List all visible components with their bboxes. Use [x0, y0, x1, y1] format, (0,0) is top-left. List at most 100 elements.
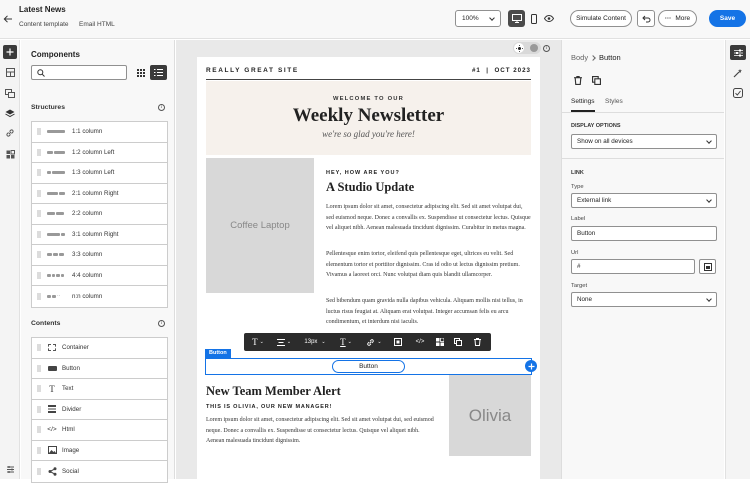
link-title: LINK — [571, 170, 584, 176]
layout-icon[interactable] — [4, 66, 16, 78]
content-image[interactable]: Image — [32, 441, 167, 461]
save-button[interactable]: Save — [709, 10, 746, 27]
zoom-select[interactable]: 100% — [455, 10, 501, 27]
list-view-button[interactable] — [150, 65, 167, 80]
left-rail — [0, 40, 20, 479]
layers-icon[interactable] — [4, 107, 16, 119]
tab-styles[interactable]: Styles — [605, 98, 623, 105]
hero-welcome: WELCOME TO OUR — [332, 96, 405, 102]
structures-list: 1:1 column 1:2 column Left 1:3 column Le… — [31, 121, 168, 308]
structure-3-3[interactable]: 3:3 column — [32, 245, 167, 266]
undo-icon — [641, 15, 650, 22]
back-arrow-icon[interactable] — [3, 14, 13, 24]
label-label: Label — [571, 216, 586, 222]
display-options-select[interactable]: Show on all devices — [571, 134, 717, 149]
structure-1-1[interactable]: 1:1 column — [32, 122, 167, 143]
structure-1-3-left[interactable]: 1:3 column Left — [32, 163, 167, 184]
list-icon — [154, 69, 163, 76]
theme-toggle[interactable] — [513, 42, 541, 54]
content-container[interactable]: Container — [32, 338, 167, 359]
simulate-content-button[interactable]: Simulate Content — [570, 10, 632, 27]
breadcrumb-email-html[interactable]: Email HTML — [79, 21, 115, 28]
structure-2-2[interactable]: 2:2 column — [32, 204, 167, 225]
duplicate-button[interactable] — [452, 333, 464, 351]
image-placeholder-label: Olivia — [468, 405, 512, 425]
desktop-view-button[interactable] — [508, 10, 525, 27]
info-icon[interactable]: i — [158, 104, 165, 111]
code-icon: </> — [415, 339, 425, 345]
tab-settings[interactable]: Settings — [571, 98, 595, 105]
label-input-value: Button — [577, 230, 596, 237]
structure-2-1-right[interactable]: 2:1 column Right — [32, 184, 167, 204]
add-block-button[interactable] — [525, 360, 537, 372]
link-dropdown[interactable]: ⌄ — [363, 333, 385, 351]
fragments-icon[interactable] — [4, 148, 16, 160]
url-input[interactable]: # — [571, 259, 695, 274]
align-dropdown[interactable]: ⌄ — [274, 333, 294, 351]
drag-handle-icon — [37, 210, 41, 218]
font-size-value: 13px — [304, 339, 318, 345]
properties-button[interactable] — [730, 45, 746, 60]
info-icon[interactable]: i — [158, 320, 165, 327]
assets-icon[interactable] — [4, 87, 16, 99]
content-button[interactable]: Button — [32, 359, 167, 379]
validation-icon[interactable] — [733, 88, 743, 98]
display-options-title: DISPLAY OPTIONS — [571, 123, 621, 129]
settings-panel-icon[interactable] — [4, 463, 16, 475]
source-code-button[interactable]: </> — [413, 333, 427, 351]
content-html[interactable]: </> Html — [32, 420, 167, 441]
breadcrumb-content-template[interactable]: Content template — [19, 21, 69, 28]
text-style-dropdown[interactable]: T ⌄ — [248, 333, 268, 351]
structure-n-n[interactable]: ·· n:n column — [32, 286, 167, 307]
grid-button[interactable] — [434, 333, 446, 351]
search-input[interactable] — [31, 65, 127, 80]
magic-wand-icon[interactable] — [733, 68, 743, 78]
url-picker-button[interactable] — [699, 259, 716, 274]
undo-button[interactable] — [637, 10, 655, 27]
info-icon[interactable]: i — [543, 45, 550, 52]
content-social[interactable]: Social — [32, 461, 167, 482]
url-input-value: # — [577, 263, 581, 270]
structure-label: 1:3 column Left — [72, 169, 115, 177]
insert-image-button[interactable] — [392, 333, 404, 351]
duplicate-component-button[interactable] — [592, 76, 602, 86]
structure-3-1-right[interactable]: 3:1 column Right — [32, 225, 167, 245]
drag-handle-icon — [37, 251, 41, 259]
target-select[interactable]: None — [571, 292, 717, 307]
button-icon — [47, 364, 57, 372]
label-input[interactable]: Button — [571, 226, 717, 241]
delete-button[interactable] — [471, 333, 483, 351]
alert-kicker: THIS IS OLIVIA, OUR NEW MANAGER! — [206, 404, 333, 410]
structure-label: 1:1 column — [72, 128, 103, 136]
email-button[interactable]: Button — [332, 360, 405, 373]
delete-component-button[interactable] — [574, 76, 584, 86]
font-size-dropdown[interactable]: 13px ⌄ — [300, 333, 330, 351]
structure-1-2-left[interactable]: 1:2 column Left — [32, 143, 167, 163]
content-divider[interactable]: Divider — [32, 400, 167, 420]
hero-block[interactable]: WELCOME TO OUR Weekly Newsletter we're s… — [206, 81, 531, 155]
drag-handle-icon — [37, 271, 41, 279]
plus-icon — [6, 48, 14, 56]
olivia-image[interactable]: Olivia — [449, 375, 531, 456]
selected-button-block[interactable]: Button — [205, 358, 532, 375]
type-label: Type — [571, 184, 584, 190]
more-button[interactable]: ··· More — [658, 10, 697, 27]
right-rail — [725, 40, 750, 479]
link-icon[interactable] — [4, 127, 16, 139]
mobile-view-button[interactable] — [527, 10, 541, 27]
add-component-button[interactable] — [3, 45, 17, 59]
link-type-select[interactable]: External link — [571, 193, 717, 208]
preview-button[interactable] — [542, 10, 556, 27]
text-color-dropdown[interactable]: T ⌄ — [336, 333, 356, 351]
text-format-toolbar: T ⌄ ⌄ 13px ⌄ T ⌄ ⌄ </> — [244, 333, 491, 351]
desktop-icon — [511, 14, 522, 23]
coffee-laptop-image[interactable]: Coffee Laptop — [206, 158, 314, 293]
content-text[interactable]: T Text — [32, 379, 167, 400]
breadcrumb-body[interactable]: Body — [571, 53, 588, 62]
text-color-icon: T — [340, 337, 346, 347]
structure-4-4[interactable]: 4:4 column — [32, 266, 167, 286]
grid-view-button[interactable] — [133, 65, 148, 80]
site-name: REALLY GREAT SITE — [206, 67, 299, 74]
align-icon — [276, 338, 285, 346]
url-label: Url — [571, 250, 579, 256]
